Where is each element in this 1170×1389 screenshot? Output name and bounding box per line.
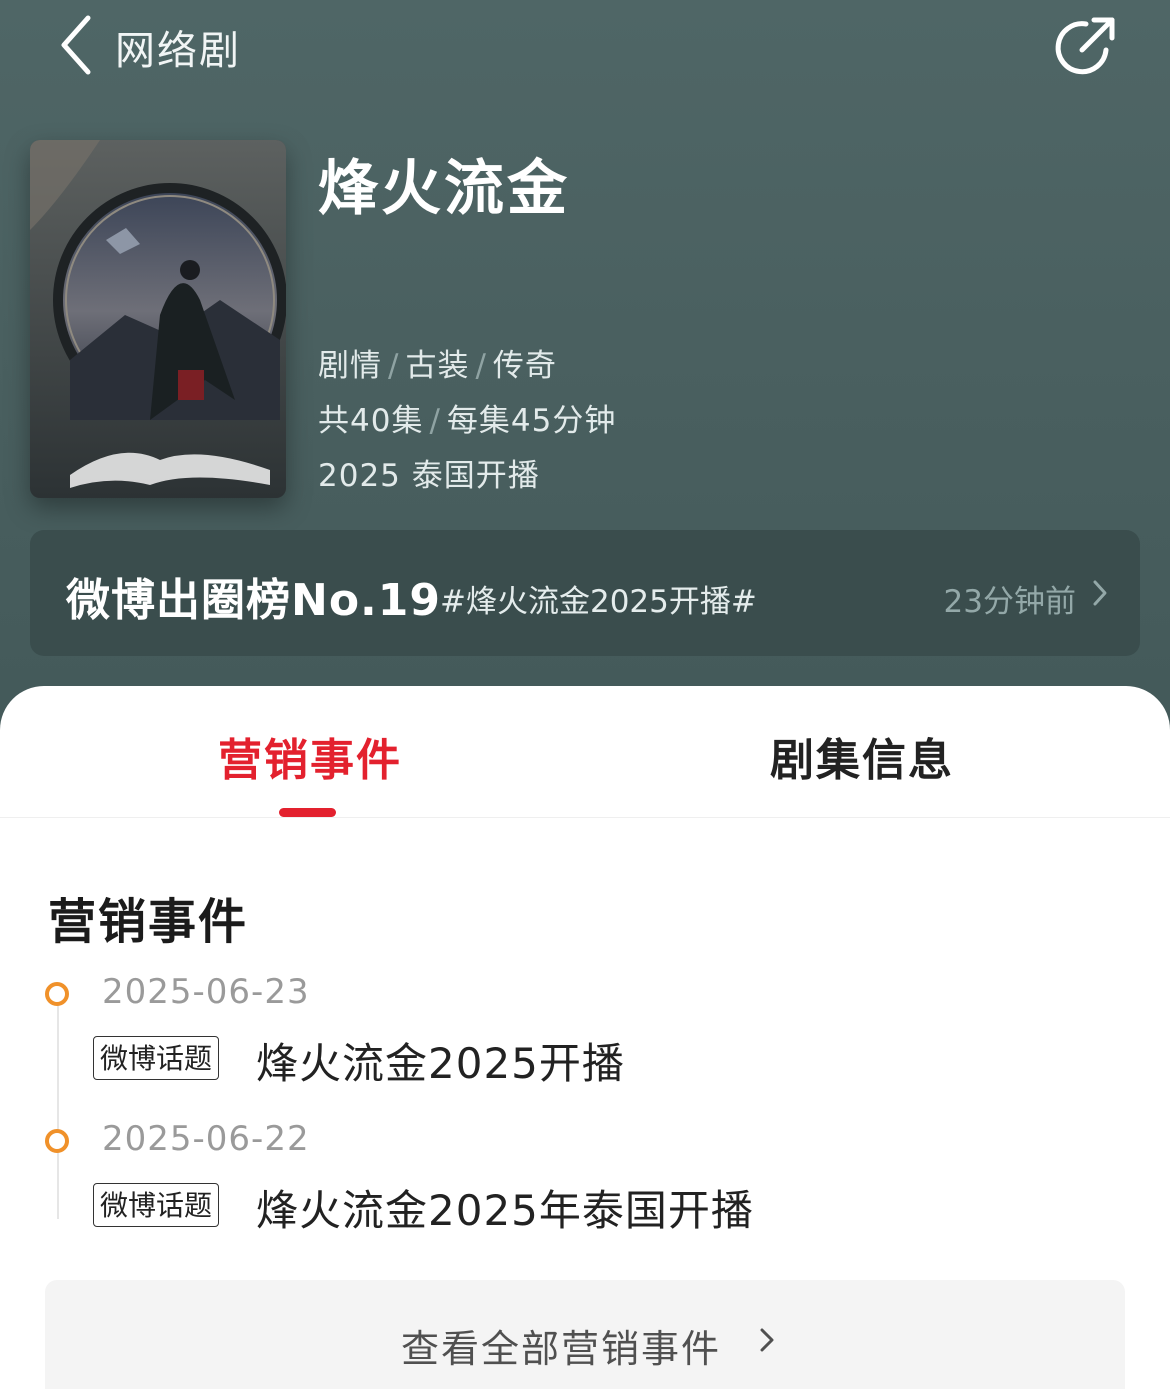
episode-length: 每集45分钟 <box>446 403 617 439</box>
rank-topic: #烽火流金2025开播# <box>440 584 757 620</box>
event-date: 2025-06-23 <box>102 972 310 1012</box>
separator: / <box>475 348 487 384</box>
event-tag: 微博话题 <box>93 1183 220 1227</box>
rank-time: 23分钟前 <box>943 584 1076 620</box>
show-title: 烽火流金 <box>318 154 570 224</box>
view-all-label: 查看全部营销事件 <box>401 1327 722 1371</box>
page: 网络剧 烽火流金 剧情 / 古装 / 传奇 共40集 / 每集45分钟 2025… <box>0 0 1170 1389</box>
event-tag: 微博话题 <box>93 1036 220 1080</box>
back-button[interactable] <box>50 12 110 78</box>
tab-marketing-events[interactable]: 营销事件 <box>218 724 402 788</box>
timeline-dot <box>45 1129 69 1153</box>
tab-episode-info[interactable]: 剧集信息 <box>770 724 954 788</box>
share-icon <box>1055 17 1115 75</box>
rank-banner[interactable]: 微博出圈榜No.19 #烽火流金2025开播# 23分钟前 <box>30 530 1140 656</box>
rank-label: 微博出圈榜No.19 <box>66 575 441 626</box>
chevron-right-icon <box>1093 580 1107 606</box>
separator: / <box>429 403 441 439</box>
share-button[interactable] <box>1054 14 1120 80</box>
timeline-dot <box>45 982 69 1006</box>
show-release: 2025 泰国开播 <box>318 458 540 494</box>
show-genres: 剧情 / 古装 / 传奇 <box>318 340 557 385</box>
hero-header: 网络剧 烽火流金 剧情 / 古装 / 传奇 共40集 / 每集45分钟 2025… <box>0 0 1170 760</box>
separator: / <box>388 348 400 384</box>
event-title[interactable]: 烽火流金2025开播 <box>256 1030 625 1091</box>
content-sheet: 营销事件 剧集信息 营销事件 2025-06-23 微博话题 烽火流金2025开… <box>0 686 1170 1389</box>
timeline-line <box>57 1004 59 1219</box>
chevron-left-icon <box>61 15 91 75</box>
genre-1: 剧情 <box>318 348 382 384</box>
genre-3: 传奇 <box>492 348 557 384</box>
episode-count: 共40集 <box>318 403 424 439</box>
show-episodes: 共40集 / 每集45分钟 <box>318 395 616 440</box>
page-category-title: 网络剧 <box>115 28 241 74</box>
poster-image <box>30 140 286 498</box>
event-date: 2025-06-22 <box>102 1119 310 1159</box>
view-all-events-button[interactable]: 查看全部营销事件 <box>45 1280 1125 1389</box>
tab-bar: 营销事件 剧集信息 <box>0 686 1170 818</box>
event-title[interactable]: 烽火流金2025年泰国开播 <box>256 1177 754 1238</box>
section-title: 营销事件 <box>48 894 249 950</box>
show-poster[interactable] <box>30 140 286 498</box>
top-bar: 网络剧 <box>0 0 1170 90</box>
active-tab-indicator <box>279 808 336 817</box>
genre-2: 古装 <box>405 348 470 384</box>
chevron-right-icon <box>760 1328 774 1352</box>
